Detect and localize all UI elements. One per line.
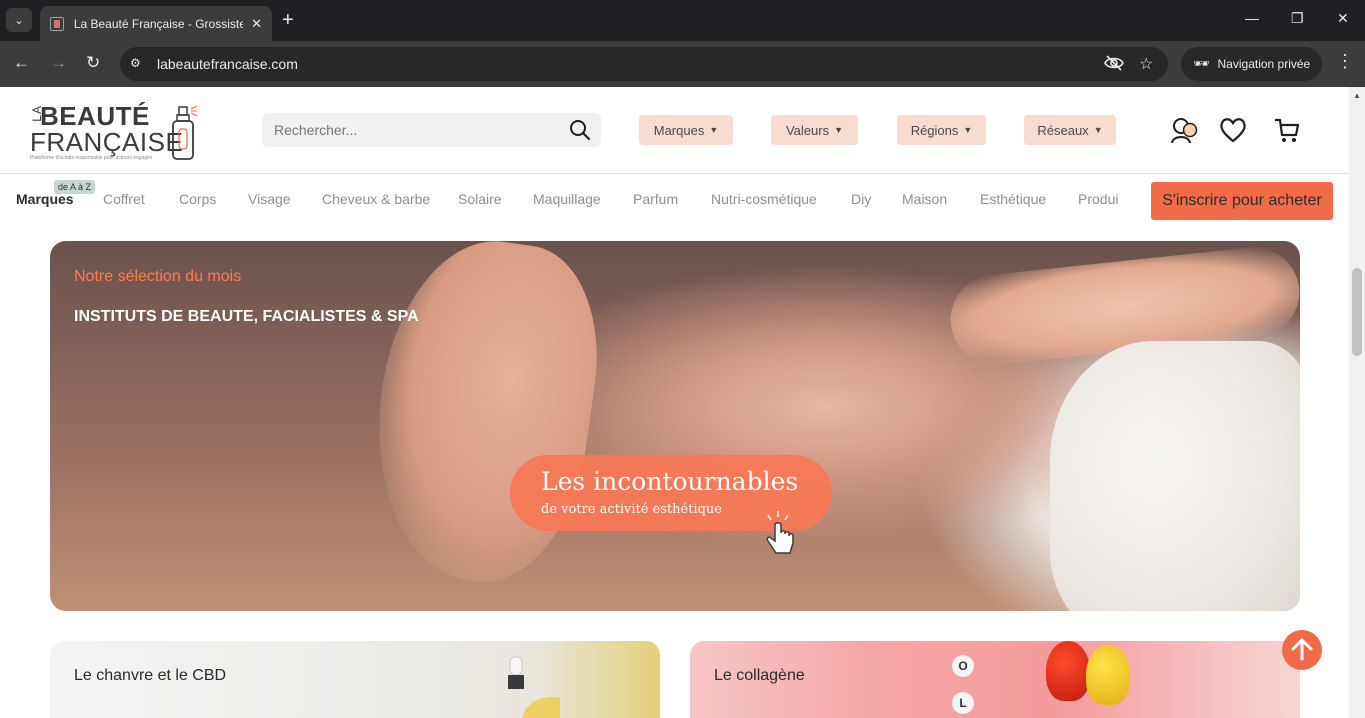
site-info-icon[interactable]: ⚙ (130, 56, 146, 72)
back-to-top-button[interactable] (1282, 630, 1322, 670)
favicon-icon (50, 16, 64, 31)
nav-item-esthetique[interactable]: Esthétique (980, 191, 1046, 207)
pill-main-text: Les incontournables (541, 467, 799, 496)
header-divider (0, 173, 1349, 174)
card-title: Le chanvre et le CBD (74, 667, 227, 684)
hero-cta-pill[interactable]: Les incontournables de votre activité es… (510, 455, 832, 554)
chevron-down-icon: ▼ (834, 125, 844, 135)
nav-item-visage[interactable]: Visage (248, 191, 291, 207)
hero-title: INSTITUTS DE BEAUTE, FACIALISTES & SPA (74, 308, 419, 325)
dropdown-reseaux[interactable]: Réseaux ▼ (1024, 115, 1116, 145)
card-cbd[interactable]: Le chanvre et le CBD (50, 641, 660, 718)
letter-bead: L (952, 692, 974, 714)
heart-icon[interactable] (1218, 115, 1248, 145)
browser-tabbar: ⌄ La Beauté Française - Grossiste ✕ + — … (0, 0, 1365, 41)
dropdown-regions[interactable]: Régions ▼ (897, 115, 986, 145)
chevron-down-icon: ▼ (963, 125, 973, 135)
scroll-thumb[interactable] (1352, 268, 1362, 356)
pill-sub-text: de votre activité esthétique (541, 502, 722, 517)
close-window-icon[interactable]: ✕ (1337, 10, 1349, 27)
site-logo[interactable]: LA BEAUTÉ FRANÇAISE Plateforme d'achats … (30, 99, 200, 163)
url-text[interactable]: labeautefrancaise.com (157, 56, 298, 72)
hero-image-towel (1050, 341, 1300, 611)
nav-item-diy[interactable]: Diy (851, 191, 871, 207)
nav-item-corps[interactable]: Corps (179, 191, 216, 207)
search-input[interactable] (274, 122, 554, 138)
nav-item-cheveux-barbe[interactable]: Cheveux & barbe (322, 191, 430, 207)
private-label: Navigation privée (1217, 57, 1311, 71)
dropdown-marques[interactable]: Marques ▼ (639, 115, 733, 145)
nav-item-maison[interactable]: Maison (902, 191, 947, 207)
hero-banner[interactable]: Notre sélection du mois INSTITUTS DE BEA… (50, 241, 1300, 611)
dropdown-valeurs[interactable]: Valeurs ▼ (771, 115, 858, 145)
nav-item-parfum[interactable]: Parfum (633, 191, 678, 207)
browser-toolbar: ← → ↻ ⚙ labeautefrancaise.com ☆ 🕶 Naviga… (0, 41, 1365, 87)
dropdown-label: Marques (653, 122, 705, 138)
incognito-icon: 🕶 (1193, 56, 1210, 71)
nav-item-produits[interactable]: Produi (1078, 191, 1118, 207)
dropdown-label: Régions (910, 122, 959, 138)
reload-icon[interactable]: ↻ (86, 53, 100, 73)
dropper-bottle-image (508, 656, 560, 718)
nav-item-coffret[interactable]: Coffret (103, 191, 145, 207)
private-browsing-chip[interactable]: 🕶 Navigation privée (1181, 47, 1322, 81)
pointer-hand-icon (766, 511, 794, 554)
minimize-icon[interactable]: — (1245, 10, 1259, 26)
card-title: Le collagène (714, 667, 805, 684)
arrow-up-icon (1291, 638, 1313, 661)
new-tab-icon[interactable]: + (282, 9, 294, 31)
logo-francaise: FRANÇAISE (30, 127, 184, 157)
page-scrollbar[interactable]: ▲ (1349, 87, 1365, 718)
letter-bead: O (952, 655, 974, 677)
chevron-down-icon: ▼ (709, 125, 719, 135)
red-gummy-bear (1046, 641, 1090, 701)
nav-item-maquillage[interactable]: Maquillage (533, 191, 601, 207)
tab-search-icon[interactable]: ⌄ (6, 8, 32, 32)
dropdown-label: Réseaux (1037, 122, 1089, 138)
perfume-bottle-icon (172, 105, 198, 160)
card-collagen[interactable]: O L Le collagène (690, 641, 1300, 718)
yellow-gummy-bear (1086, 645, 1130, 705)
eye-off-icon[interactable] (1104, 54, 1124, 77)
nav-item-marques[interactable]: Marques (16, 191, 74, 207)
back-icon[interactable]: ← (13, 53, 30, 73)
hero-image-hand (357, 241, 613, 594)
search-icon[interactable] (569, 119, 591, 141)
dropdown-label: Valeurs (785, 122, 830, 138)
tab-title: La Beauté Française - Grossiste (73, 16, 244, 31)
restore-icon[interactable]: ❐ (1291, 10, 1304, 27)
close-tab-icon[interactable]: ✕ (251, 16, 262, 32)
nav-item-nutri-cosmetique[interactable]: Nutri-cosmétique (711, 191, 817, 207)
star-icon[interactable]: ☆ (1139, 54, 1153, 74)
hero-kicker: Notre sélection du mois (74, 268, 242, 285)
browser-menu-icon[interactable]: ⋮ (1336, 52, 1354, 70)
page-viewport: LA BEAUTÉ FRANÇAISE Plateforme d'achats … (0, 87, 1349, 718)
logo-tagline: Plateforme d'achats responsable pour act… (30, 155, 153, 161)
address-bar[interactable]: ⚙ labeautefrancaise.com ☆ (120, 47, 1168, 81)
account-icon[interactable] (1170, 115, 1200, 145)
nav-item-solaire[interactable]: Solaire (458, 191, 502, 207)
browser-tab[interactable]: La Beauté Française - Grossiste ✕ (40, 6, 272, 41)
chevron-down-icon: ▼ (1093, 125, 1103, 135)
cart-icon[interactable] (1272, 115, 1302, 145)
scroll-up-icon[interactable]: ▲ (1353, 91, 1361, 100)
search-box (262, 113, 601, 147)
forward-icon[interactable]: → (50, 53, 67, 73)
signup-button[interactable]: S'inscrire pour acheter (1151, 182, 1333, 220)
